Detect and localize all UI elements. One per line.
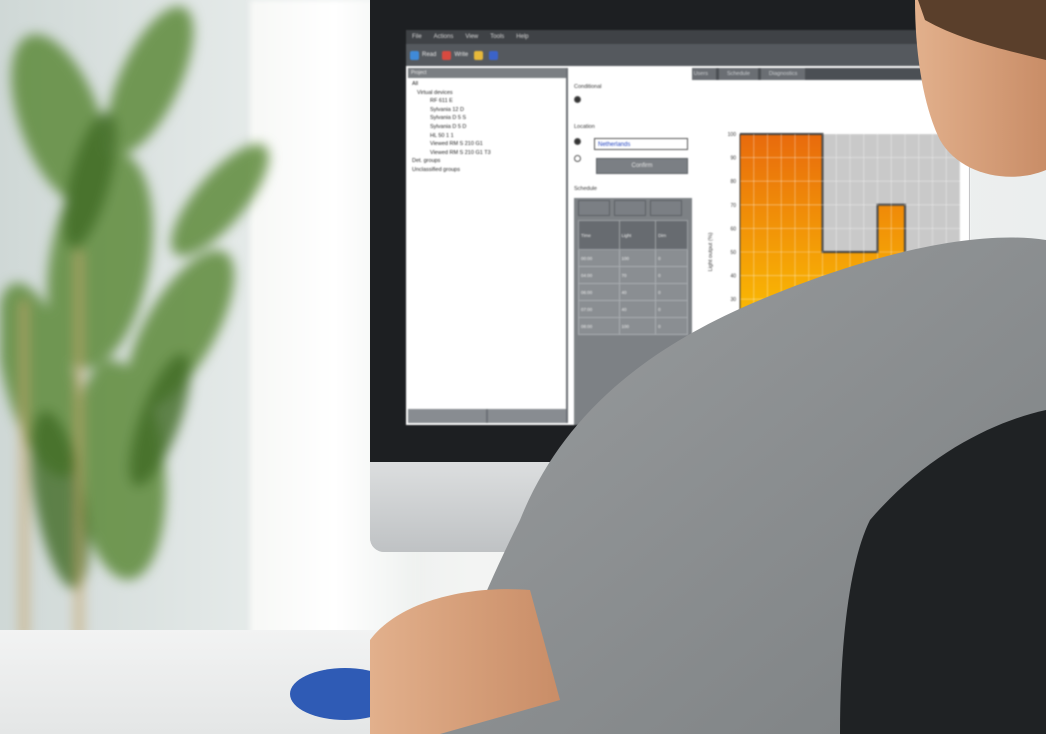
location-label: Location (574, 124, 595, 130)
y-tick-label: 30 (730, 297, 736, 303)
y-tick-label: 40 (730, 274, 736, 280)
tab-diagnostics[interactable]: Diagnostics (760, 68, 806, 80)
chart-svg: 0 10 20 30 40 50 60 70 80 90 100 Light output (%) (708, 132, 961, 374)
tree-item[interactable]: Sylvania D 5 D (412, 123, 566, 132)
toolbar: Read Write (406, 44, 970, 66)
software-screen: File Actions View Tools Help Read Write (406, 30, 970, 425)
write-icon (442, 50, 452, 60)
tree-item[interactable]: All (412, 80, 566, 89)
project-tree: All Virtual devices RF 611 E Sylvania 12 DS… (408, 78, 566, 175)
table-row[interactable]: 00:00 100 0 (578, 249, 688, 267)
desk (0, 630, 1046, 734)
y-tick-label: 80 (730, 179, 736, 185)
table-cell: 0 (655, 249, 688, 267)
table-row[interactable]: 07:00 40 0 (578, 300, 688, 318)
y-tick-label: 0 (733, 368, 736, 374)
table-cell: 70 (618, 266, 657, 284)
table-row[interactable]: 04:00 70 0 (578, 266, 688, 284)
table-cell: 100 (618, 317, 657, 335)
table-row[interactable]: 06:00 40 0 (578, 283, 688, 301)
table-cell: 0 (655, 266, 688, 284)
plant-decoration (0, 6, 269, 640)
tree-item[interactable]: Viewed RM S 210 G1 (412, 140, 566, 149)
left-panel-footer (408, 409, 566, 423)
table-header: Light (618, 220, 657, 250)
conditional-label: Conditional (574, 84, 602, 90)
table-cell: 07:00 (578, 300, 620, 318)
project-panel-title: Project (408, 68, 566, 78)
tree-item[interactable]: Viewed RM S 210 G1 T3 (412, 149, 566, 158)
add-row-button[interactable] (578, 200, 610, 216)
y-tick-label: 10 (730, 344, 736, 350)
tree-item[interactable]: RF 611 E (412, 97, 566, 106)
menu-tools[interactable]: Tools (490, 30, 504, 44)
y-tick-label: 50 (730, 250, 736, 256)
light-profile-chart: 0 10 20 30 40 50 60 70 80 90 100 Light output (%) (700, 86, 970, 425)
y-tick-label: 100 (728, 132, 737, 138)
read-icon (410, 50, 419, 60)
tree-item[interactable]: Unclassified groups (412, 166, 566, 175)
tree-item[interactable]: Virtual devices (412, 89, 566, 98)
project-tree-panel: Project All Virtual devices RF 611 E Sylvan… (408, 68, 568, 423)
table-header: Dim (655, 220, 688, 250)
copy-row-button[interactable] (650, 200, 682, 216)
schedule-label: Schedule (574, 186, 597, 192)
table-cell: 40 (618, 283, 657, 301)
conditional-radio[interactable] (574, 96, 581, 103)
monitor: File Actions View Tools Help Read Write (370, 0, 970, 552)
location-radio-1[interactable] (574, 138, 581, 145)
tree-item[interactable]: Det. groups (412, 157, 566, 166)
menu-view[interactable]: View (465, 30, 478, 44)
table-row[interactable]: 08:00 100 0 (578, 317, 688, 335)
read-button-label: Read (422, 52, 437, 58)
schedule-table: Time Light Dim 00:00 100 0 04:00 70 0 06:00 40 0 07:… (578, 220, 688, 335)
y-tick-label: 90 (730, 156, 736, 162)
menu-bar: File Actions View Tools Help (406, 30, 970, 44)
monitor-chin (370, 462, 970, 552)
table-cell: 06:00 (578, 283, 620, 301)
conditional-section: Conditional (574, 84, 692, 103)
menu-file[interactable]: File (412, 30, 422, 44)
mousepad (290, 668, 400, 720)
table-cell: 00:00 (578, 249, 620, 267)
tab-schedule[interactable]: Schedule (718, 68, 758, 80)
y-axis-label: Light output (%) (708, 232, 714, 271)
folder-icon[interactable] (474, 50, 484, 60)
table-cell: 40 (618, 300, 657, 318)
table-cell: 100 (618, 249, 657, 267)
y-tick-label: 70 (730, 203, 736, 209)
location-radio-2[interactable] (574, 155, 581, 162)
photo-scene: File Actions View Tools Help Read Write (0, 0, 1046, 734)
table-cell: 0 (655, 283, 688, 301)
remove-row-button[interactable] (614, 200, 646, 216)
tree-item[interactable]: Sylvania 12 D (412, 106, 566, 115)
table-cell: 0 (655, 317, 688, 335)
tree-item[interactable]: Sylvania D 5 S (412, 114, 566, 123)
read-button[interactable]: Read (410, 50, 437, 60)
menu-help[interactable]: Help (516, 30, 528, 44)
confirm-button[interactable]: Confirm (596, 158, 688, 174)
save-icon[interactable] (489, 50, 499, 60)
left-footer-button-2[interactable] (488, 409, 566, 423)
table-cell: 0 (655, 300, 688, 318)
location-input[interactable]: Netherlands (594, 138, 688, 150)
write-button[interactable]: Write (442, 50, 469, 60)
left-footer-button-1[interactable] (408, 409, 486, 423)
y-tick-label: 20 (730, 321, 736, 327)
write-button-label: Write (454, 52, 469, 58)
tree-item[interactable]: HL 50 1 1 (412, 132, 566, 141)
table-cell: 04:00 (578, 266, 620, 284)
table-header: Time (578, 220, 620, 250)
y-tick-label: 60 (730, 226, 736, 232)
menu-actions[interactable]: Actions (434, 30, 454, 44)
table-cell: 08:00 (578, 317, 620, 335)
